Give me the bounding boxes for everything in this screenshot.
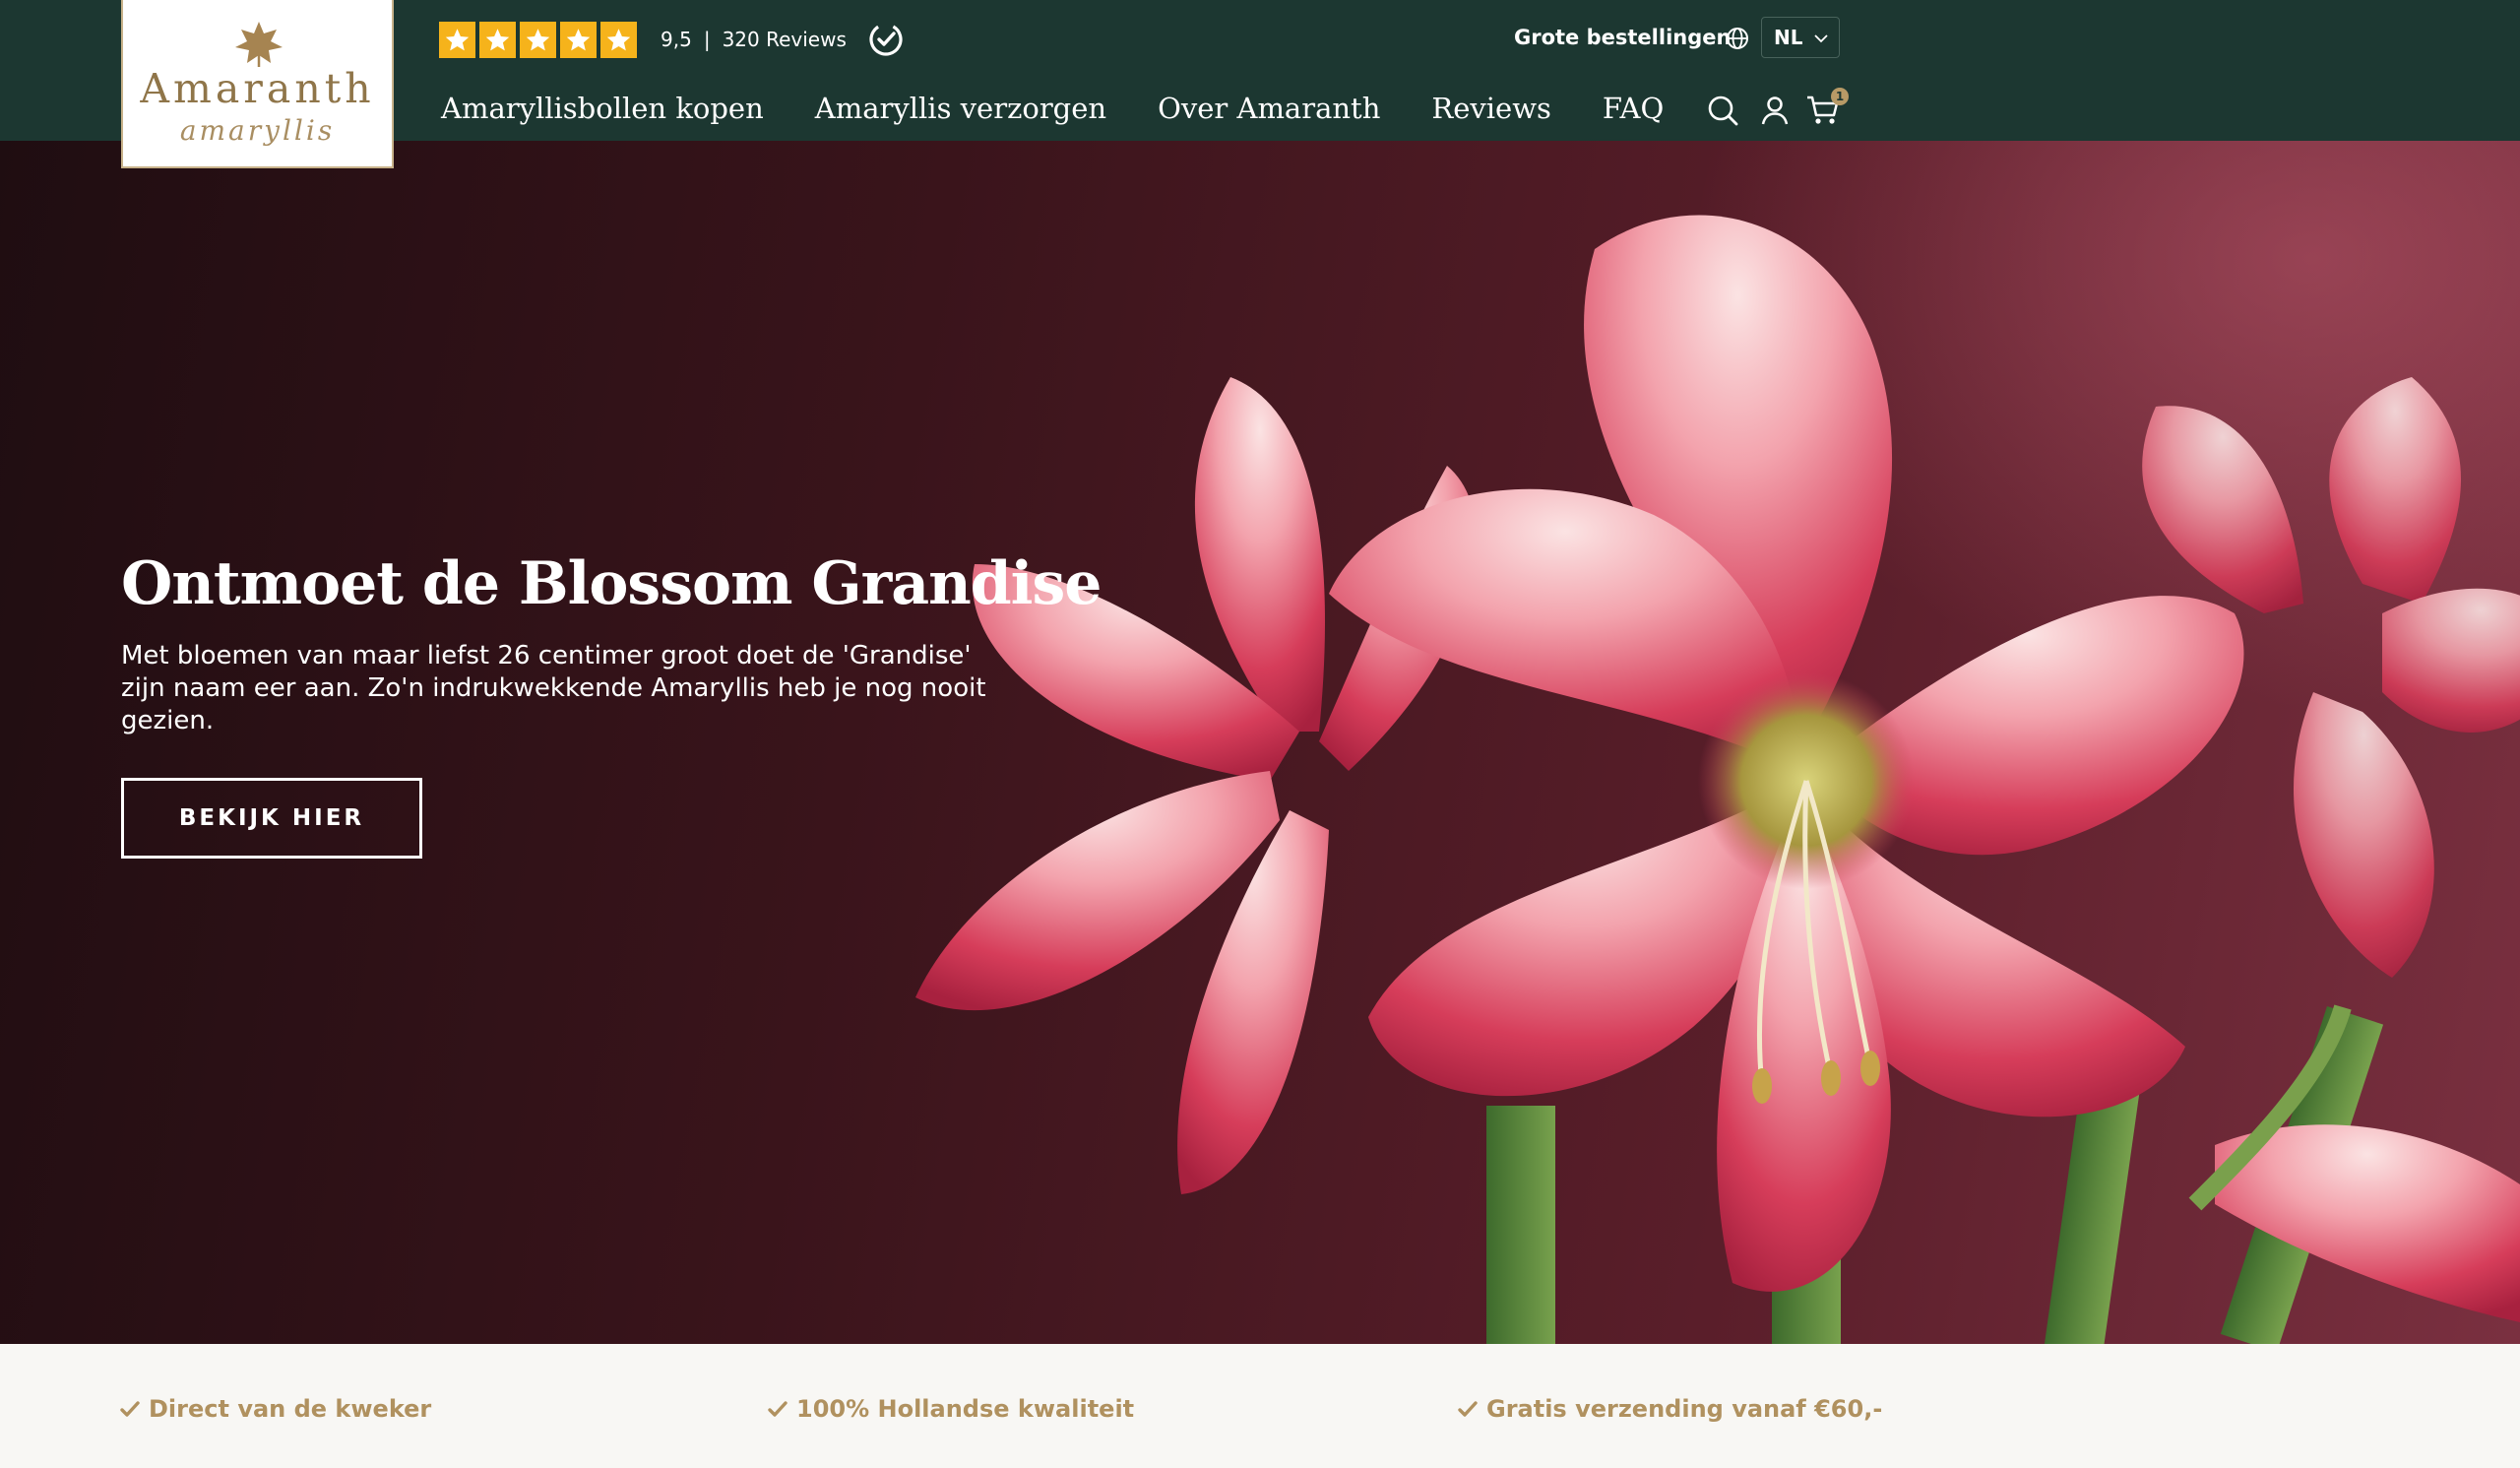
nav-item-care[interactable]: Amaryllis verzorgen (815, 92, 1106, 125)
bulk-orders-link[interactable]: Grote bestellingen (1514, 26, 1731, 49)
logo-brand-name: Amaranth (140, 65, 375, 112)
nav-item-reviews[interactable]: Reviews (1431, 92, 1551, 125)
hero-banner: Ontmoet de Blossom Grandise Met bloemen … (0, 141, 2520, 1344)
rating-score: 9,5 (661, 28, 692, 51)
amaryllis-flower-image (915, 215, 2520, 1344)
account-icon[interactable] (1757, 93, 1793, 128)
hero-title: Ontmoet de Blossom Grandise (121, 549, 1102, 618)
nav-item-about[interactable]: Over Amaranth (1158, 92, 1380, 125)
site-logo[interactable]: Amaranth amaryllis (121, 0, 394, 168)
globe-icon (1727, 28, 1748, 49)
chevron-down-icon (1814, 34, 1828, 43)
usp-label: Direct van de kweker (149, 1395, 432, 1423)
checkmark-icon (1458, 1401, 1478, 1417)
usp-label: 100% Hollandse kwaliteit (796, 1395, 1135, 1423)
language-value: NL (1774, 26, 1803, 49)
checkmark-icon (768, 1401, 788, 1417)
logo-tagline: amaryllis (179, 114, 336, 147)
nav-item-faq[interactable]: FAQ (1603, 92, 1664, 125)
search-icon[interactable] (1705, 93, 1740, 128)
view-here-button[interactable]: BEKIJK HIER (121, 778, 422, 859)
star-icon (479, 21, 516, 58)
nav-item-buy-bulbs[interactable]: Amaryllisbollen kopen (441, 92, 764, 125)
language-select[interactable]: NL (1761, 17, 1840, 58)
rating-count[interactable]: 320 Reviews (723, 28, 847, 51)
leaf-icon (235, 22, 283, 67)
rating-widget[interactable]: 9,5 | 320 Reviews (439, 20, 904, 59)
usp-bar: Direct van de kweker 100% Hollandse kwal… (0, 1344, 2520, 1468)
rating-separator: | (703, 28, 711, 51)
main-nav: Amaryllisbollen kopen Amaryllis verzorge… (441, 87, 1664, 130)
star-icon (600, 21, 637, 58)
cart-count-badge: 1 (1831, 88, 1849, 105)
usp-item: 100% Hollandse kwaliteit (767, 1395, 1134, 1423)
checkmark-icon (120, 1401, 140, 1417)
kiyoh-logo-icon (869, 23, 903, 56)
star-icon (560, 21, 597, 58)
hero-description: Met bloemen van maar liefst 26 centimer … (121, 641, 986, 735)
usp-label: Gratis verzending vanaf €60,- (1486, 1395, 1883, 1423)
star-icon (520, 21, 556, 58)
star-icon (439, 21, 475, 58)
usp-item: Direct van de kweker (119, 1395, 431, 1423)
usp-item: Gratis verzending vanaf €60,- (1457, 1395, 1882, 1423)
